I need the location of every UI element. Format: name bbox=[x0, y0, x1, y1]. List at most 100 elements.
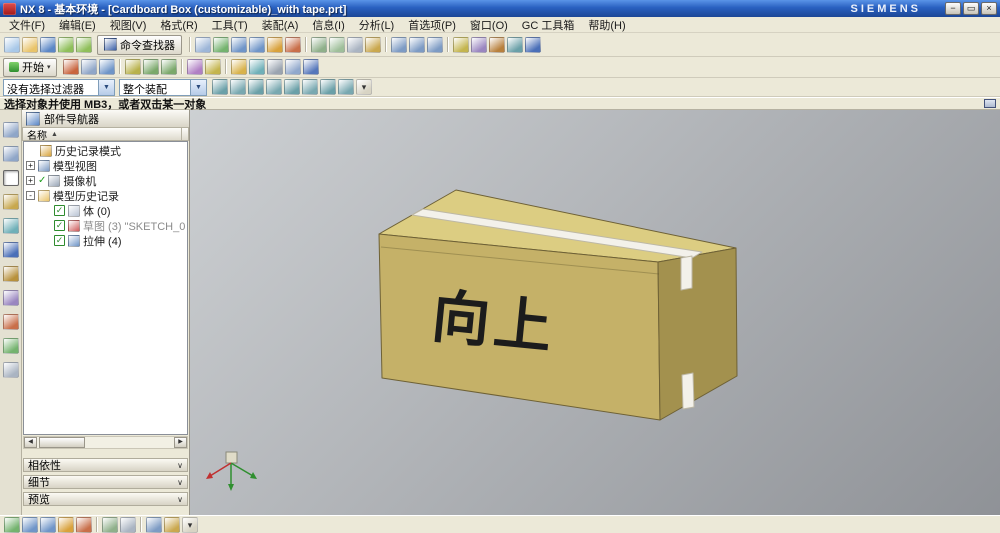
shaded-with-edges-icon[interactable] bbox=[311, 36, 327, 53]
reuse-library-icon[interactable] bbox=[2, 194, 19, 210]
system-scenes-icon[interactable] bbox=[2, 362, 19, 378]
help-icon[interactable] bbox=[525, 36, 541, 53]
navigator-horizontal-scrollbar[interactable]: ◀ ▶ bbox=[23, 436, 188, 449]
menu-item-5[interactable]: 工具(T) bbox=[205, 17, 255, 33]
panel-section-1[interactable]: 相依性 ∨ bbox=[23, 458, 188, 472]
overflow-chevron-icon[interactable]: ▾ bbox=[182, 516, 198, 533]
menu-item-11[interactable]: GC 工具箱 bbox=[515, 17, 582, 33]
manufacturing-wizard-icon[interactable] bbox=[2, 314, 19, 330]
preferences-icon[interactable] bbox=[266, 59, 283, 75]
wireframe-mode-icon[interactable] bbox=[120, 516, 136, 533]
command-finder-button[interactable]: 命令查找器 bbox=[97, 34, 182, 55]
layer-settings-icon[interactable] bbox=[471, 36, 487, 53]
shaded-mode-icon[interactable] bbox=[102, 516, 118, 533]
studio-render-icon[interactable] bbox=[365, 36, 381, 53]
tree-row-1[interactable]: 历史记录模式 bbox=[24, 143, 187, 158]
help-doc-icon[interactable] bbox=[302, 59, 319, 75]
existing-point-snap-icon[interactable] bbox=[338, 79, 354, 95]
control-point-snap-icon[interactable] bbox=[266, 79, 282, 95]
chevron-down-icon[interactable]: ▼ bbox=[98, 79, 114, 95]
arc-icon[interactable] bbox=[160, 59, 177, 75]
show-hide-icon[interactable] bbox=[453, 36, 469, 53]
chevron-down-icon[interactable]: ∨ bbox=[177, 478, 183, 487]
menu-item-2[interactable]: 编辑(E) bbox=[52, 17, 103, 33]
collapse-icon[interactable]: - bbox=[26, 191, 35, 200]
endpoint-snap-icon[interactable] bbox=[230, 79, 246, 95]
scroll-right-icon[interactable]: ▶ bbox=[174, 437, 187, 448]
checkbox-checked-icon[interactable]: ✓ bbox=[54, 205, 65, 216]
menu-item-6[interactable]: 装配(A) bbox=[255, 17, 306, 33]
analysis-icon[interactable] bbox=[248, 59, 265, 75]
web-browser-icon[interactable] bbox=[2, 242, 19, 258]
point-icon[interactable] bbox=[124, 59, 141, 75]
fit-view-icon[interactable] bbox=[22, 516, 38, 533]
pan-icon[interactable] bbox=[267, 36, 283, 53]
tree-row-2[interactable]: + 模型视图 bbox=[24, 158, 187, 173]
overflow-chevron-icon[interactable]: ▾ bbox=[356, 79, 372, 95]
line-icon[interactable] bbox=[142, 59, 159, 75]
menu-item-4[interactable]: 格式(R) bbox=[153, 17, 204, 33]
trimetric-view-icon[interactable] bbox=[146, 516, 162, 533]
chevron-down-icon[interactable]: ∨ bbox=[177, 461, 183, 470]
menu-item-10[interactable]: 窗口(O) bbox=[463, 17, 515, 33]
rotate-view-icon[interactable] bbox=[76, 516, 92, 533]
chevron-down-icon[interactable]: ▼ bbox=[190, 79, 206, 95]
menu-item-9[interactable]: 首选项(P) bbox=[401, 17, 463, 33]
checkbox-checked-icon[interactable]: ✓ bbox=[54, 235, 65, 246]
panel-section-3[interactable]: 预览 ∨ bbox=[23, 492, 188, 506]
menu-item-8[interactable]: 分析(L) bbox=[352, 17, 401, 33]
navigator-column-header[interactable]: 名称 ▲ bbox=[22, 127, 189, 142]
tree-row-6[interactable]: ✓ 草图 (3) "SKETCH_0 bbox=[24, 218, 187, 233]
history-palette-icon[interactable] bbox=[2, 266, 19, 282]
part-navigator-tree[interactable]: 历史记录模式 + 模型视图 + ✓ 摄像机 - 模型历史记录 ✓ 体 (0) ✓ 草图 (3) "SK… bbox=[23, 141, 188, 435]
window-icon[interactable] bbox=[195, 36, 211, 53]
snapshot-icon[interactable] bbox=[164, 516, 180, 533]
wcs-x-axis[interactable] bbox=[209, 462, 232, 477]
fit-window-icon[interactable] bbox=[231, 36, 247, 53]
cardboard-box-model[interactable]: 向上 bbox=[378, 189, 738, 421]
isometric-view-icon[interactable] bbox=[427, 36, 443, 53]
midpoint-snap-icon[interactable] bbox=[248, 79, 264, 95]
chevron-down-icon[interactable]: ∨ bbox=[177, 495, 183, 504]
assembly-navigator-icon[interactable] bbox=[2, 122, 19, 138]
tree-row-7[interactable]: ✓ 拉伸 (4) bbox=[24, 233, 187, 248]
refresh-icon[interactable] bbox=[213, 36, 229, 53]
zoom-icon[interactable] bbox=[249, 36, 265, 53]
process-studio-icon[interactable] bbox=[2, 290, 19, 306]
snap-point-icon[interactable] bbox=[507, 36, 523, 53]
object-display-icon[interactable] bbox=[186, 59, 203, 75]
quadrant-snap-icon[interactable] bbox=[320, 79, 336, 95]
checkbox-checked-icon[interactable]: ✓ bbox=[54, 220, 65, 231]
top-view-icon[interactable] bbox=[409, 36, 425, 53]
restore-button[interactable]: ▭ bbox=[963, 2, 979, 15]
refresh-view-icon[interactable] bbox=[4, 516, 20, 533]
tree-row-5[interactable]: ✓ 体 (0) bbox=[24, 203, 187, 218]
redo-icon[interactable] bbox=[76, 36, 92, 53]
box-tape-right-top[interactable] bbox=[680, 255, 693, 291]
constraint-navigator-icon[interactable] bbox=[2, 146, 19, 162]
sort-ascending-icon[interactable]: ▲ bbox=[51, 131, 58, 138]
information-icon[interactable] bbox=[230, 59, 247, 75]
scroll-left-icon[interactable]: ◀ bbox=[24, 437, 37, 448]
start-menu-button[interactable]: 开始 ▾ bbox=[3, 57, 57, 77]
rotate-icon[interactable] bbox=[285, 36, 301, 53]
open-icon[interactable] bbox=[22, 36, 38, 53]
intersection-snap-icon[interactable] bbox=[284, 79, 300, 95]
undo-icon[interactable] bbox=[58, 36, 74, 53]
arc-center-snap-icon[interactable] bbox=[302, 79, 318, 95]
zoom-view-icon[interactable] bbox=[40, 516, 56, 533]
front-view-icon[interactable] bbox=[391, 36, 407, 53]
extrude-icon[interactable] bbox=[98, 59, 115, 75]
3d-viewport-canvas[interactable]: 向上 bbox=[190, 110, 1000, 515]
pan-view-icon[interactable] bbox=[58, 516, 74, 533]
column-divider[interactable] bbox=[181, 128, 188, 140]
tree-row-4[interactable]: - 模型历史记录 bbox=[24, 188, 187, 203]
window-cascade-icon[interactable] bbox=[284, 59, 301, 75]
save-icon[interactable] bbox=[40, 36, 56, 53]
part-navigator-icon[interactable] bbox=[2, 170, 19, 186]
scrollbar-thumb[interactable] bbox=[39, 437, 85, 448]
roles-icon[interactable] bbox=[2, 338, 19, 354]
expand-icon[interactable]: + bbox=[26, 161, 35, 170]
window-icon[interactable] bbox=[984, 99, 996, 108]
expand-icon[interactable]: + bbox=[26, 176, 35, 185]
